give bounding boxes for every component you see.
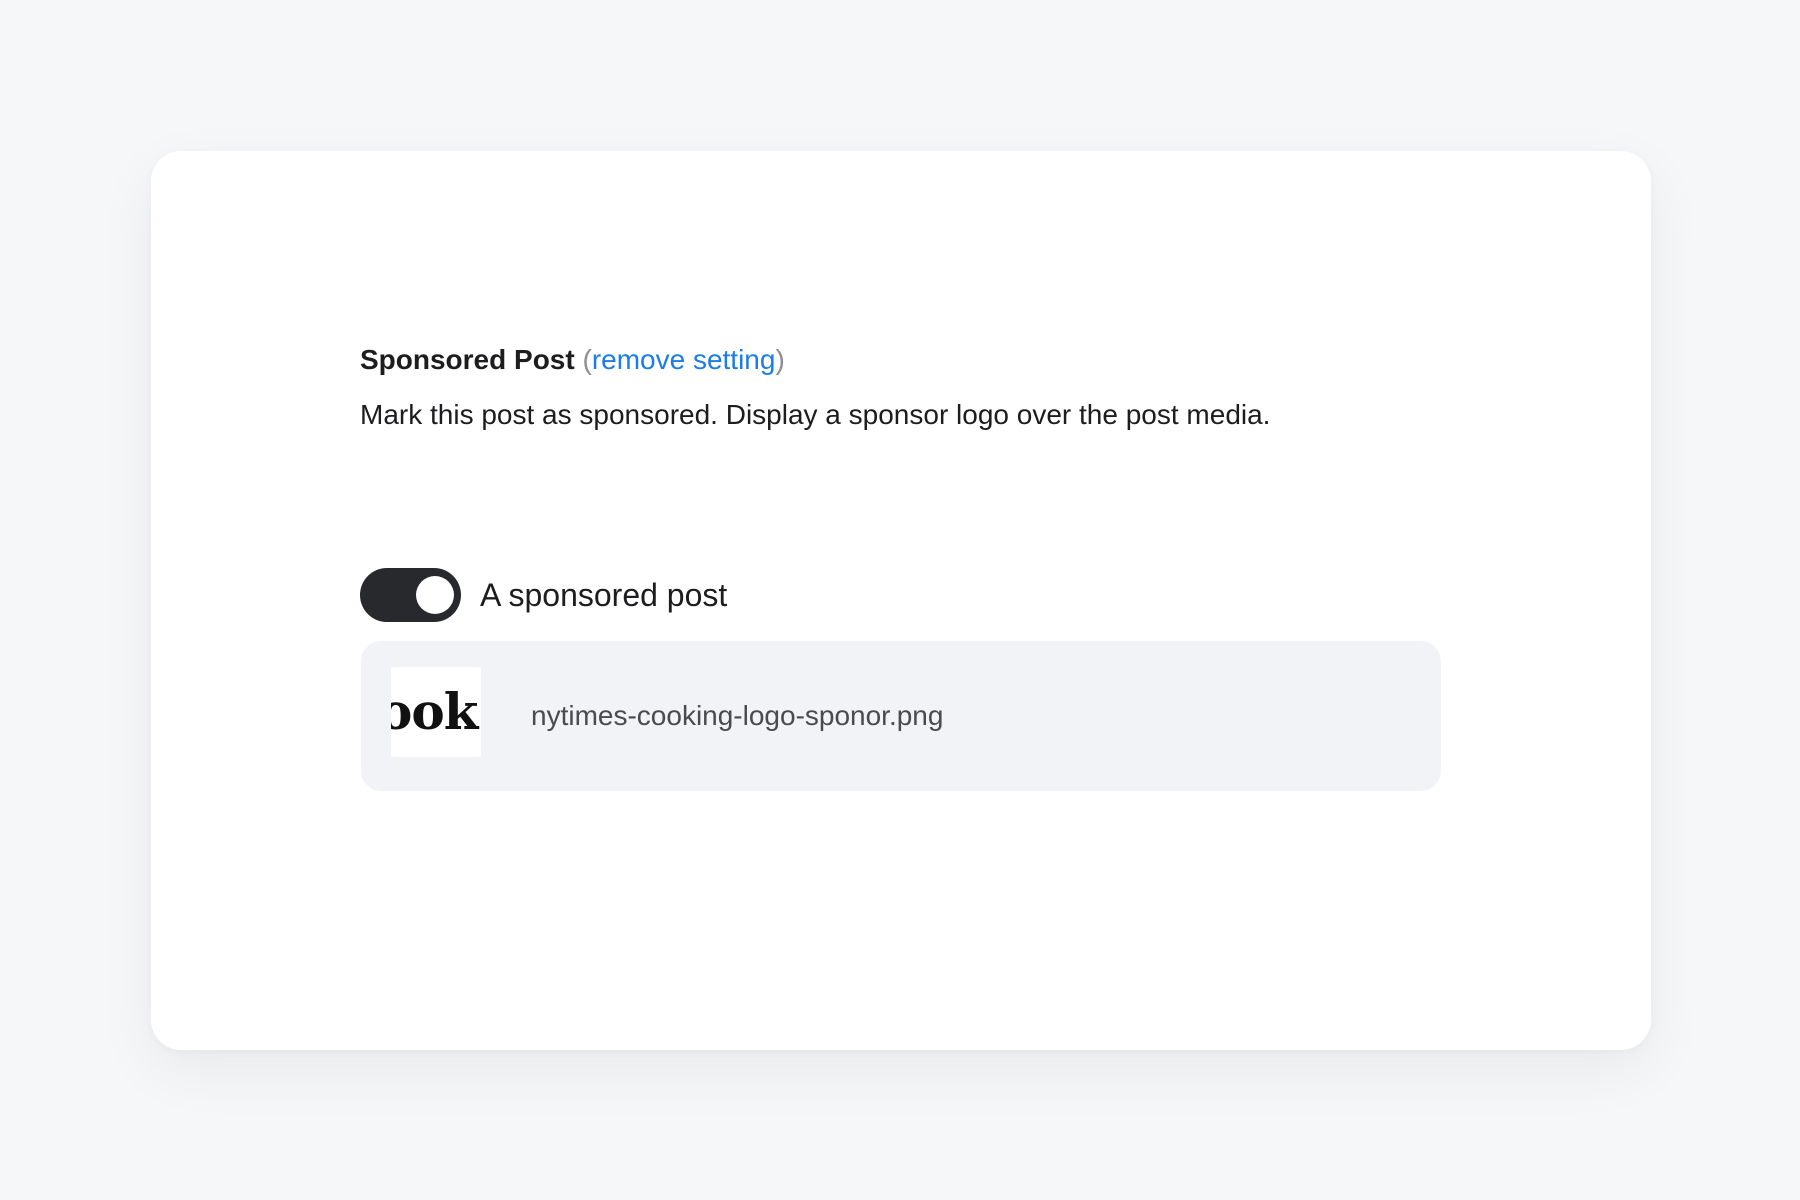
paren-open: ( xyxy=(582,344,592,375)
toggle-knob xyxy=(416,576,454,614)
sponsor-logo-image: ook xyxy=(391,682,481,741)
sponsored-toggle[interactable] xyxy=(360,568,461,622)
setting-title: Sponsored Post xyxy=(360,344,575,375)
setting-title-row: Sponsored Post (remove setting) xyxy=(360,340,785,380)
sponsor-file-box[interactable]: ook nytimes-cooking-logo-sponor.png xyxy=(361,641,1441,791)
setting-description: Mark this post as sponsored. Display a s… xyxy=(360,399,1271,430)
remove-setting-link[interactable]: remove setting xyxy=(592,344,776,375)
file-name: nytimes-cooking-logo-sponor.png xyxy=(531,700,944,731)
svg-text:ook: ook xyxy=(391,682,480,741)
paren-close: ) xyxy=(775,344,785,375)
sponsor-logo-thumbnail: ook xyxy=(391,667,481,757)
toggle-label: A sponsored post xyxy=(480,577,728,613)
sponsored-toggle-row: A sponsored post xyxy=(360,568,727,622)
